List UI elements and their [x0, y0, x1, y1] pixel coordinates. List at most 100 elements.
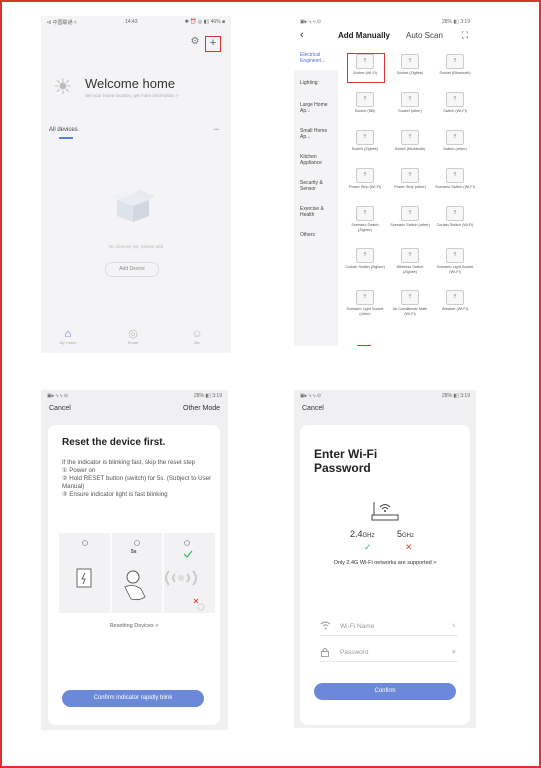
- header: ‹ Add Manually Auto Scan ⛶: [294, 28, 476, 46]
- device-tile[interactable]: ⠿ Switch (Wi-Fi): [435, 92, 475, 114]
- device-label: Breaker (Wi-Fi): [442, 307, 468, 311]
- cancel-button[interactable]: Cancel: [49, 405, 71, 412]
- device-tile[interactable]: ⠿ Socket (Bluetooth): [435, 54, 475, 76]
- cross-icon: ✕: [405, 542, 413, 552]
- device-icon: ⠿: [446, 54, 464, 69]
- device-label: Power Strip (Wi-Fi): [348, 185, 382, 189]
- status-right: ✱ ⏰ ◎ ▮▯ 46% ■: [184, 19, 225, 25]
- reset-intro: If the indicator is blinking fast, skip …: [62, 459, 196, 466]
- gear-icon[interactable]: ⚙: [189, 36, 201, 48]
- device-icon: ⠿: [446, 92, 464, 107]
- wifi-card: Enter Wi-Fi Password 2.4GHz 5GHz ✓ ✕ Onl…: [300, 425, 470, 725]
- band-5ghz: 5GHz: [397, 529, 414, 539]
- device-tile[interactable]: ⠿ Scenario Switch (Wi-Fi): [435, 168, 475, 190]
- device-label: Curtain Switch (Wi-Fi): [436, 223, 474, 227]
- device-tile[interactable]: ⠿ Power Strip (other): [390, 168, 430, 190]
- device-icon: ⠿: [401, 92, 419, 107]
- status-left: ▣▸ ᵗᵢₗ ᵗᵢₗ ⊙: [300, 393, 322, 399]
- category-item[interactable]: Electrical Engineeri...: [300, 52, 336, 64]
- category-item[interactable]: Others: [300, 232, 336, 238]
- nav-me[interactable]: ☺ Me: [177, 328, 217, 345]
- device-icon: ⠿: [356, 206, 374, 221]
- tab-add-manually[interactable]: Add Manually: [338, 31, 390, 40]
- status-time: 14:43: [125, 19, 138, 25]
- category-item[interactable]: Small Home Ap...: [300, 128, 336, 140]
- only-24g-note[interactable]: Only 2.4G Wi-Fi networks are supported >: [300, 560, 470, 566]
- device-icon: ⠿: [401, 290, 419, 305]
- device-icon: ⠿: [446, 206, 464, 221]
- reset-title: Reset the device first.: [62, 437, 166, 448]
- confirm-blink-button[interactable]: Confirm indicator rapidly blink: [62, 690, 204, 707]
- device-tile[interactable]: ⠿ Power Strip (Wi-Fi): [345, 168, 385, 190]
- bottom-nav: ⌂ My Home ◎ Smart ☺ Me: [41, 328, 231, 353]
- wifi-name-input[interactable]: Wi-Fi Name: [340, 623, 374, 630]
- device-tile[interactable]: ⠿ Socket (NB): [345, 92, 385, 114]
- device-tile[interactable]: ⠿ Switch (Zigbee): [345, 130, 385, 152]
- add-device-plus-button[interactable]: +: [205, 36, 221, 52]
- eye-icon[interactable]: ◉: [452, 649, 456, 655]
- category-item[interactable]: Exercise & Health: [300, 206, 336, 218]
- device-label: Socket (Bluetooth): [439, 71, 471, 75]
- reset-step: ③ Ensure indicator light is fast blinkin…: [62, 491, 168, 498]
- switch-network-icon[interactable]: ⇅: [452, 623, 456, 629]
- welcome-subtitle[interactable]: Set your home location, get more informa…: [85, 93, 179, 98]
- category-item[interactable]: Lighting: [300, 80, 336, 86]
- category-item[interactable]: Kitchen Appliance: [300, 154, 336, 166]
- more-icon[interactable]: •••: [214, 127, 219, 133]
- wifi-icon: [320, 621, 331, 632]
- status-bar: •ıl 中国联通 ≈ 14:43 ✱ ⏰ ◎ ▮▯ 46% ■: [41, 16, 231, 28]
- device-tile[interactable]: ⠿ Switch (other): [435, 130, 475, 152]
- category-sidebar: [294, 48, 338, 346]
- illustration-5s: 5s: [131, 549, 137, 555]
- device-tile[interactable]: ⠿ Switch (Bluetooth): [390, 130, 430, 152]
- device-tile[interactable]: ⠿ Socket (Zigbee): [390, 54, 430, 76]
- device-tile[interactable]: ⠿ Scenario Light Socket (other): [345, 290, 385, 316]
- device-icon: ⠿: [401, 54, 419, 69]
- resetting-devices-link[interactable]: Resetting Devices >: [48, 623, 220, 629]
- welcome-title: Welcome home: [85, 76, 176, 91]
- category-item[interactable]: Large Home Ap...: [300, 102, 336, 114]
- nav-my-home[interactable]: ⌂ My Home: [48, 328, 88, 345]
- category-item[interactable]: Security & Sensor: [300, 180, 336, 192]
- band-24-value: 2.4: [350, 529, 363, 539]
- home-screen: •ıl 中国联通 ≈ 14:43 ✱ ⏰ ◎ ▮▯ 46% ■ ⚙ + ☀ We…: [41, 16, 231, 353]
- status-left: ▣▸ ᵗᵢₗ ᵗᵢₗ ⊙: [300, 19, 322, 25]
- check-icon: ✓: [364, 542, 372, 552]
- device-tile[interactable]: ⠿ Scenario Light Socket (Wi-Fi): [435, 248, 475, 274]
- me-icon: ☺: [191, 328, 203, 340]
- empty-box-icon: [111, 190, 155, 222]
- nav-label: My Home: [59, 340, 77, 345]
- password-input[interactable]: Password: [340, 649, 369, 656]
- device-label: Socket (Zigbee): [396, 71, 424, 75]
- confirm-button[interactable]: Confirm: [314, 683, 456, 700]
- wifi-name-field[interactable]: Wi-Fi Name ⇅: [320, 619, 458, 636]
- scan-icon[interactable]: ⛶: [462, 30, 468, 41]
- status-left: •ıl 中国联通 ≈: [47, 20, 77, 26]
- tab-auto-scan[interactable]: Auto Scan: [406, 31, 443, 40]
- device-icon: ⠿: [446, 248, 464, 263]
- device-label: Switch (Zigbee): [351, 147, 379, 151]
- add-device-button[interactable]: Add Device: [105, 262, 159, 277]
- back-icon[interactable]: ‹: [300, 29, 304, 41]
- all-devices-label[interactable]: All devices: [49, 127, 78, 133]
- device-tile[interactable]: ⠿ Curtain Switch (Wi-Fi): [435, 206, 475, 228]
- smart-icon: ◎: [128, 328, 138, 340]
- nav-smart[interactable]: ◎ Smart: [113, 328, 153, 345]
- home-icon: ⌂: [64, 328, 72, 340]
- reset-card: Reset the device first. If the indicator…: [48, 425, 220, 725]
- device-tile[interactable]: ⠿ Wireless Switch (Zigbee): [390, 248, 430, 274]
- device-tile[interactable]: ⠿ Breaker (Wi-Fi): [435, 290, 475, 312]
- password-field[interactable]: Password ◉: [320, 645, 458, 662]
- cancel-button[interactable]: Cancel: [302, 405, 324, 412]
- other-mode-button[interactable]: Other Mode: [183, 405, 220, 412]
- device-tile[interactable]: ⠿ Air Conditioner Mate (Wi-Fi): [390, 290, 430, 316]
- device-tile[interactable]: ⠿ Curtain Switch (Zigbee): [345, 248, 385, 270]
- device-tile[interactable]: ⠿ Scenario Switch (Zigbee): [345, 206, 385, 232]
- sun-icon: ☀: [53, 74, 73, 99]
- device-tile[interactable]: ⠿ Scenario Switch (other): [390, 206, 430, 228]
- device-icon: ⠿: [446, 130, 464, 145]
- status-right: 28% ▮▯ 3:19: [193, 393, 222, 399]
- red-underline: [357, 345, 371, 346]
- device-tile[interactable]: ⠿ Socket (other): [390, 92, 430, 114]
- status-right: 28% ▮▯ 3:19: [441, 19, 470, 25]
